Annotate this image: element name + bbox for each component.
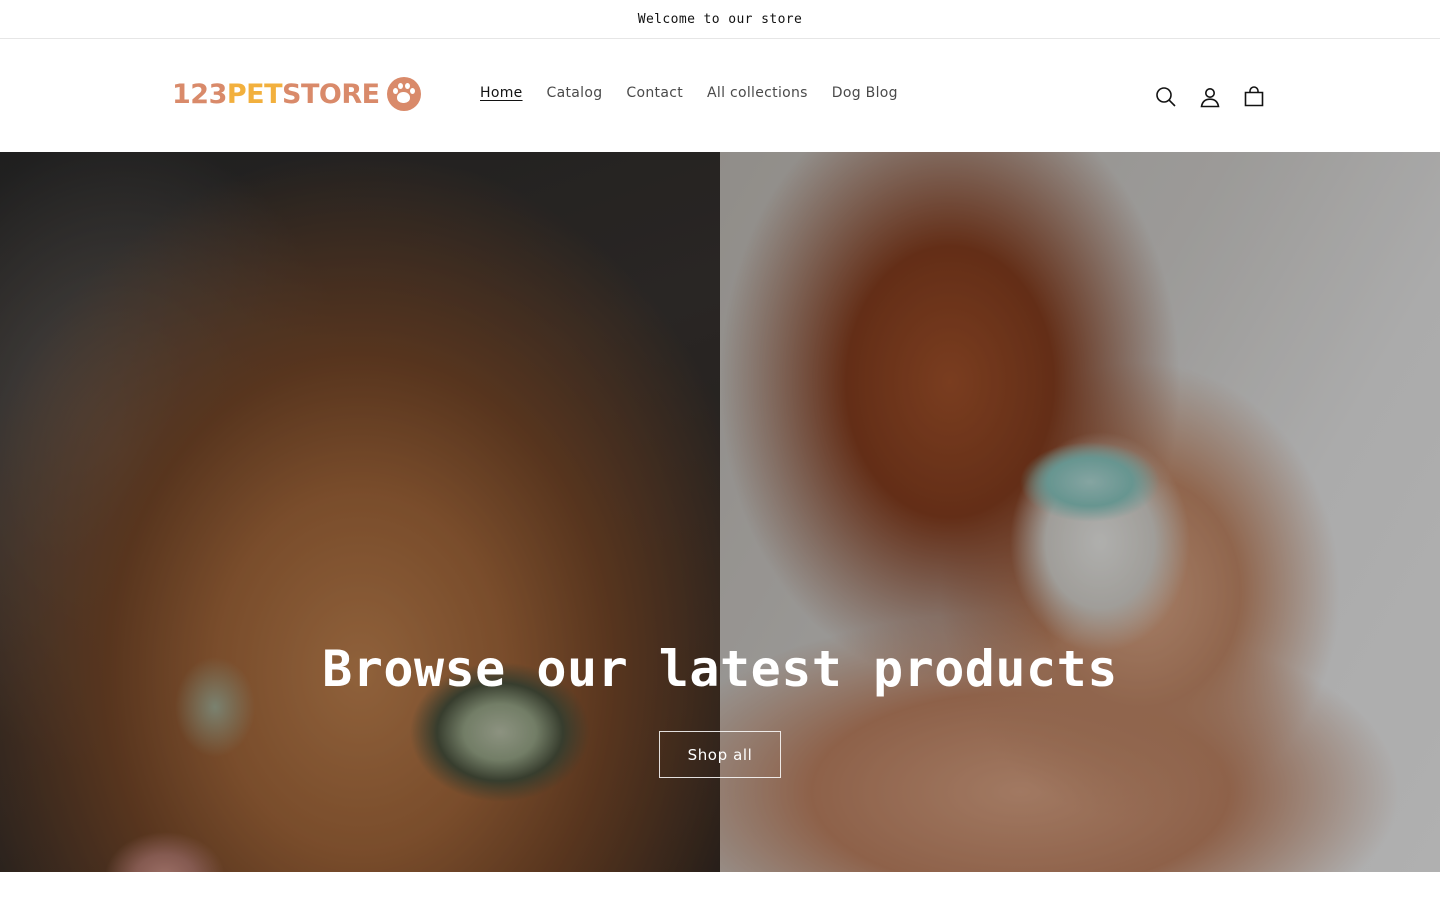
site-header: 123PETSTORE Home Catalog Contact All col… <box>0 39 1440 152</box>
logo-text-part3: STORE <box>282 78 380 110</box>
logo-text-part2: PET <box>226 78 283 110</box>
hero-title: Browse our latest products <box>322 640 1118 698</box>
nav-item-contact[interactable]: Contact <box>614 81 695 105</box>
announcement-bar: Welcome to our store <box>0 0 1440 39</box>
hero-content: Browse our latest products Shop all <box>0 642 1440 778</box>
logo-text-part1: 123 <box>172 78 227 110</box>
nav-item-catalog[interactable]: Catalog <box>535 81 615 105</box>
hero-banner: Browse our latest products Shop all <box>0 152 1440 872</box>
account-icon[interactable] <box>1188 75 1232 119</box>
main-nav: Home Catalog Contact All collections Dog… <box>468 81 910 105</box>
store-logo[interactable]: 123PETSTORE <box>172 74 421 114</box>
nav-item-all-collections[interactable]: All collections <box>695 81 820 105</box>
nav-item-dog-blog[interactable]: Dog Blog <box>820 81 910 105</box>
shop-all-button[interactable]: Shop all <box>659 731 781 778</box>
announcement-text: Welcome to our store <box>637 11 803 27</box>
cart-icon[interactable] <box>1232 75 1276 119</box>
nav-item-home[interactable]: Home <box>468 81 535 105</box>
logo-text: 123PETSTORE <box>172 81 380 108</box>
paw-icon <box>386 77 421 111</box>
header-icons <box>1144 75 1276 119</box>
search-icon[interactable] <box>1144 75 1188 119</box>
